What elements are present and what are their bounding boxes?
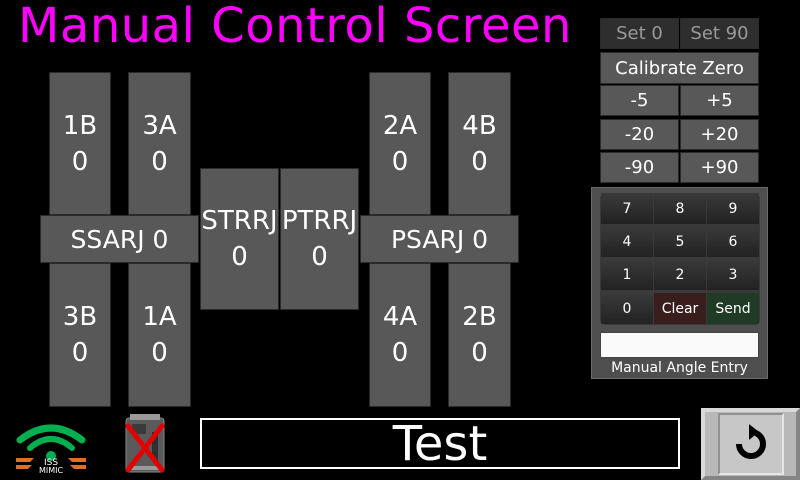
ssarj-button[interactable]: SSARJ 0 [40, 215, 199, 263]
key-0[interactable]: 0 [601, 293, 653, 324]
angle-entry-field[interactable] [600, 332, 759, 358]
strrj-button[interactable]: STRRJ 0 [200, 168, 279, 310]
set-0-button[interactable]: Set 0 [600, 18, 679, 49]
joint-4b-button[interactable]: 4B 0 [448, 72, 511, 215]
key-5[interactable]: 5 [654, 226, 706, 257]
key-4[interactable]: 4 [601, 226, 653, 257]
joint-2a-value: 0 [391, 146, 409, 177]
joint-4b-name: 4B [462, 110, 497, 141]
key-9[interactable]: 9 [707, 193, 759, 224]
ptrrj-name: PTRRJ [281, 206, 358, 236]
joint-3b-value: 0 [71, 338, 89, 368]
joint-4b-value: 0 [471, 146, 488, 177]
joint-4a-value: 0 [391, 338, 409, 368]
clear-button[interactable]: Clear [654, 293, 706, 324]
ptrrj-value: 0 [311, 242, 328, 272]
calibrate-zero-button[interactable]: Calibrate Zero [600, 52, 759, 84]
joint-3a-name: 3A [142, 110, 177, 141]
set-90-button[interactable]: Set 90 [680, 18, 759, 49]
joint-2a-name: 2A [382, 110, 418, 141]
page-title: Manual Control Screen [18, 0, 572, 54]
iss-mimic-logo: ISS MIMIC [14, 414, 88, 476]
joint-4a-name: 4A [382, 302, 418, 332]
key-8[interactable]: 8 [654, 193, 706, 224]
joint-2b-name: 2B [462, 302, 497, 332]
joint-2a-button[interactable]: 2A 0 [369, 72, 431, 215]
refresh-icon [735, 424, 766, 459]
key-6[interactable]: 6 [707, 226, 759, 257]
plus-20-button[interactable]: +20 [680, 119, 759, 150]
joint-1a-button[interactable]: 1A 0 [128, 263, 191, 407]
angle-entry-label: Manual Angle Entry [611, 360, 748, 376]
key-1[interactable]: 1 [601, 259, 653, 290]
minus-5-button[interactable]: -5 [600, 85, 679, 116]
strrj-name: STRRJ [201, 206, 278, 236]
joint-4a-button[interactable]: 4A 0 [369, 263, 431, 407]
key-7[interactable]: 7 [601, 193, 653, 224]
joint-3b-name: 3B [62, 302, 98, 332]
joint-3a-value: 0 [151, 146, 168, 177]
psarj-button[interactable]: PSARJ 0 [360, 215, 519, 263]
joint-2b-button[interactable]: 2B 0 [448, 263, 511, 407]
strrj-value: 0 [231, 242, 248, 272]
key-3[interactable]: 3 [707, 259, 759, 290]
plus-5-button[interactable]: +5 [680, 85, 759, 116]
ptrrj-button[interactable]: PTRRJ 0 [280, 168, 359, 310]
reset-button[interactable] [701, 408, 800, 480]
joint-3b-button[interactable]: 3B 0 [49, 263, 111, 407]
joint-1b-name: 1B [62, 110, 98, 141]
plus-90-button[interactable]: +90 [680, 152, 759, 183]
joint-3a-button[interactable]: 3A 0 [128, 72, 191, 215]
minus-20-button[interactable]: -20 [600, 119, 679, 150]
send-button[interactable]: Send [707, 293, 759, 324]
arduino-disconnected-icon [122, 412, 170, 476]
joint-1a-value: 0 [151, 338, 168, 368]
joint-1b-value: 0 [71, 146, 89, 177]
minus-90-button[interactable]: -90 [600, 152, 679, 183]
keypad: 7 8 9 4 5 6 1 2 3 0 Clear Send [600, 193, 760, 325]
joint-1a-name: 1A [142, 302, 177, 332]
key-2[interactable]: 2 [654, 259, 706, 290]
status-display: Test [200, 416, 680, 472]
svg-text:MIMIC: MIMIC [39, 466, 64, 475]
joint-2b-value: 0 [471, 338, 488, 368]
joint-1b-button[interactable]: 1B 0 [49, 72, 111, 215]
